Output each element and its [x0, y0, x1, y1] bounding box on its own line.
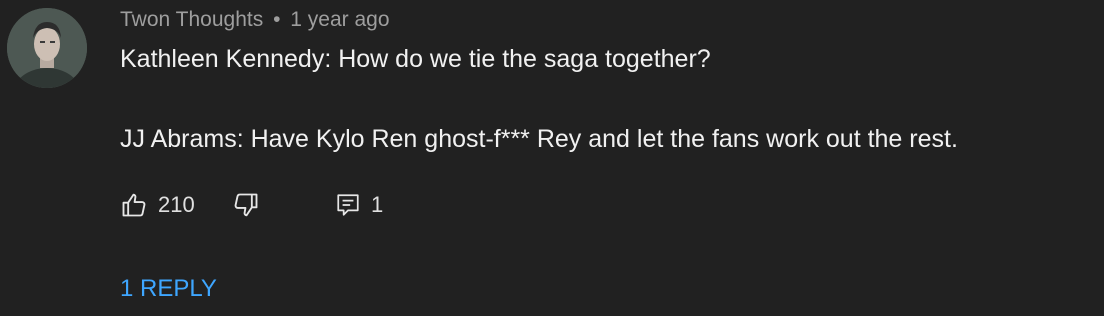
comment-actions: 210 1: [120, 190, 520, 222]
avatar[interactable]: [7, 8, 87, 88]
thumbs-down-icon: [234, 193, 258, 217]
author-name[interactable]: Twon Thoughts: [120, 8, 263, 31]
comment-icon: [337, 194, 359, 216]
comment-meta: Twon Thoughts • 1 year ago: [120, 8, 390, 32]
comment-timestamp[interactable]: 1 year ago: [290, 8, 389, 31]
comment-body: Twon Thoughts • 1 year ago Kathleen Kenn…: [120, 0, 1104, 316]
dislike-button[interactable]: [232, 190, 260, 220]
view-replies-link[interactable]: 1 REPLY: [120, 275, 217, 303]
reply-button[interactable]: 1: [335, 190, 383, 220]
avatar-image: [7, 8, 87, 88]
comment-text-line: Kathleen Kennedy: How do we tie the saga…: [120, 45, 711, 73]
like-count: 210: [158, 192, 195, 217]
comment-text-line: JJ Abrams: Have Kylo Ren ghost-f*** Rey …: [120, 125, 958, 153]
like-button[interactable]: 210: [120, 190, 195, 220]
reply-count: 1: [371, 192, 384, 217]
thumbs-up-icon: [122, 193, 146, 217]
meta-separator: •: [273, 8, 281, 31]
